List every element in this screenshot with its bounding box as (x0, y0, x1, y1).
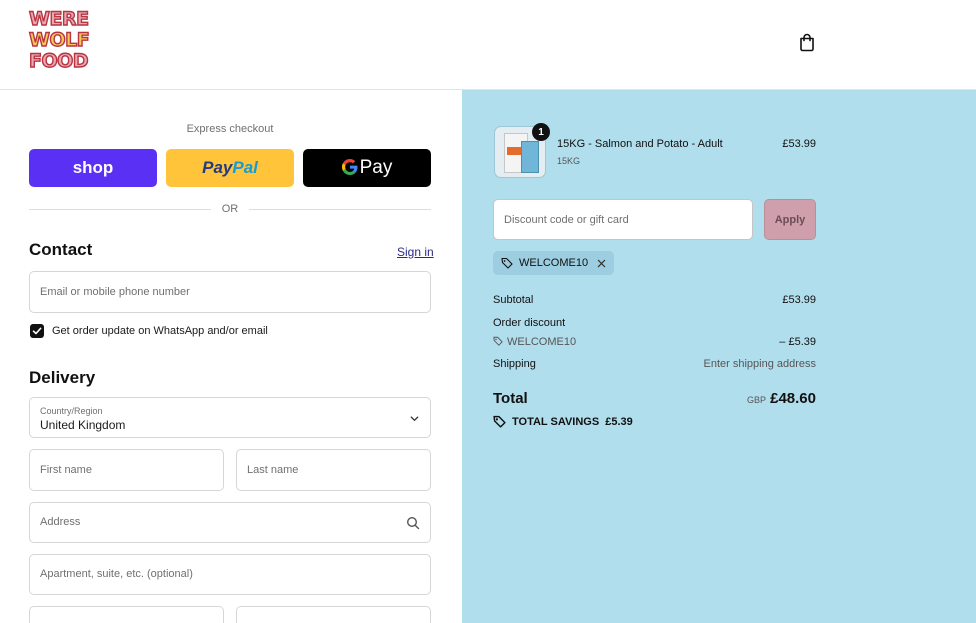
subtotal-value: £53.99 (782, 294, 816, 306)
postcode-field[interactable] (236, 606, 431, 623)
applied-discount-chip: WELCOME10 (493, 251, 615, 275)
address-field[interactable]: Address (29, 502, 431, 543)
google-pay-button[interactable]: Pay (303, 149, 431, 187)
city-field[interactable] (29, 606, 224, 623)
country-label: Country/Region (40, 406, 103, 416)
discount-placeholder: Discount code or gift card (504, 214, 629, 226)
search-icon[interactable] (406, 516, 420, 530)
total-value: £48.60 (770, 390, 816, 407)
chevron-down-icon (410, 416, 419, 421)
whatsapp-updates-checkbox[interactable] (30, 324, 44, 338)
shop-pay-label: shop (72, 158, 114, 177)
applied-discount-code: WELCOME10 (519, 257, 589, 269)
or-divider: OR (29, 202, 431, 218)
discount-code-label: WELCOME10 (507, 336, 577, 348)
divider-line-right (249, 209, 431, 210)
first-name-placeholder: First name (40, 464, 92, 476)
checkout-form: Express checkout shop Pay Pal Pay OR Cont… (0, 90, 462, 623)
apply-discount-button[interactable]: Apply (764, 199, 816, 240)
order-discount-label: Order discount (493, 317, 566, 329)
country-select[interactable]: Country/Region United Kingdom (29, 397, 431, 438)
google-g-icon (341, 157, 358, 179)
paypal-label-pay: Pay (202, 158, 233, 177)
contact-heading: Contact (29, 240, 93, 259)
apartment-field[interactable]: Apartment, suite, etc. (optional) (29, 554, 431, 595)
shipping-row: Shipping Enter shipping address (493, 358, 816, 370)
savings-label: TOTAL SAVINGS (512, 415, 600, 428)
checkmark-icon (32, 327, 42, 335)
email-placeholder: Email or mobile phone number (40, 286, 190, 298)
subtotal-label: Subtotal (493, 294, 534, 306)
total-currency: GBP (747, 395, 767, 405)
shipping-value: Enter shipping address (703, 358, 816, 370)
email-field[interactable]: Email or mobile phone number (29, 271, 431, 313)
total-label: Total (493, 390, 528, 407)
paypal-button[interactable]: Pay Pal (166, 149, 294, 187)
logo-line-2: WOLF (28, 29, 90, 51)
shop-pay-button[interactable]: shop (29, 149, 157, 187)
last-name-field[interactable]: Last name (236, 449, 431, 491)
discount-detail-row: WELCOME10 – £5.39 (493, 336, 816, 348)
product-name: 15KG - Salmon and Potato - Adult (557, 138, 723, 150)
express-checkout-label: Express checkout (186, 123, 274, 135)
savings-value: £5.39 (605, 415, 633, 428)
product-variant: 15KG (557, 156, 581, 166)
last-name-placeholder: Last name (247, 464, 299, 476)
quantity-badge: 1 (532, 123, 550, 141)
total-savings: TOTAL SAVINGS £5.39 (493, 415, 633, 428)
first-name-field[interactable]: First name (29, 449, 224, 491)
logo-line-1: WERE (28, 8, 89, 30)
savings-tag-icon (493, 415, 506, 428)
sign-in-link[interactable]: Sign in (397, 245, 434, 259)
address-placeholder: Address (40, 516, 81, 528)
tag-icon (493, 336, 503, 346)
apartment-placeholder: Apartment, suite, etc. (optional) (40, 568, 193, 580)
brand-logo[interactable]: WERE WOLF FOOD (28, 8, 93, 75)
country-value: United Kingdom (40, 418, 126, 432)
discount-value: – £5.39 (779, 336, 816, 348)
discount-code-input[interactable]: Discount code or gift card (493, 199, 753, 240)
product-price: £53.99 (782, 138, 816, 150)
remove-discount-icon[interactable] (597, 259, 606, 268)
shipping-label: Shipping (493, 358, 536, 370)
product-bag-image-secondary (521, 141, 539, 173)
google-pay-label: Pay (359, 157, 393, 178)
tag-icon (501, 257, 513, 269)
site-header: WERE WOLF FOOD (0, 0, 976, 90)
logo-line-3: FOOD (28, 50, 89, 72)
order-summary: 1 15KG - Salmon and Potato - Adult 15KG … (462, 90, 976, 623)
whatsapp-updates-label: Get order update on WhatsApp and/or emai… (52, 325, 268, 337)
paypal-label-pal: Pal (232, 158, 258, 177)
order-discount-row: Order discount (493, 317, 816, 329)
subtotal-row: Subtotal £53.99 (493, 294, 816, 306)
shopping-bag-icon[interactable] (797, 32, 817, 52)
delivery-heading: Delivery (29, 368, 96, 387)
